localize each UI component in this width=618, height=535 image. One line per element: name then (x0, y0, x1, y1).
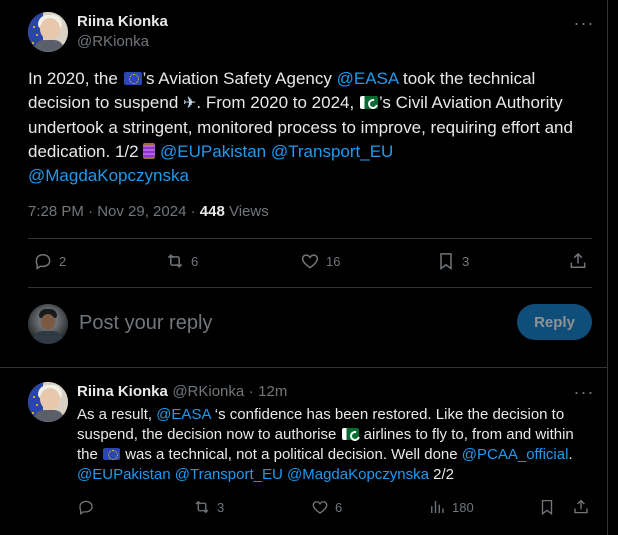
author-name[interactable]: Riina Kionka (77, 13, 168, 31)
tweet-text: In 2020, the ’s Aviation Safety Agency @… (28, 69, 573, 185)
reply-icon (79, 500, 93, 516)
divider (28, 287, 592, 288)
reply-time[interactable]: 12m (258, 383, 287, 400)
bookmark-action[interactable]: 3 (436, 251, 469, 271)
reply-icon (35, 253, 51, 270)
reply-tweet-text: As a result, @EASA ‘s confidence has bee… (77, 406, 574, 483)
mention-easa[interactable]: @EASA (156, 406, 210, 423)
share-action[interactable] (572, 498, 590, 516)
author-avatar[interactable] (28, 12, 68, 52)
share-icon (574, 499, 588, 514)
mention-eupakistan[interactable]: @EUPakistan (160, 142, 266, 161)
pakistan-flag-icon (341, 428, 359, 440)
reply-header: Riina Kionka @RKionka · 12m (77, 383, 287, 401)
reply-action[interactable]: 2 (33, 251, 66, 271)
share-icon (570, 252, 586, 268)
airplane-icon: ✈ (183, 95, 197, 112)
reply-author-name[interactable]: Riina Kionka (77, 383, 168, 400)
bookmark-icon (440, 253, 452, 270)
pakistan-flag-icon (359, 96, 378, 109)
reply-tweet[interactable]: Riina Kionka @RKionka · 12m ··· As a res… (0, 368, 607, 535)
repost-action[interactable]: 3 (193, 498, 224, 516)
repost-icon (167, 254, 183, 268)
timestamp[interactable]: 7:28 PM · Nov 29, 2024 · (28, 203, 200, 220)
mention-eupakistan[interactable]: @EUPakistan (77, 466, 171, 483)
author-handle[interactable]: @RKionka (77, 33, 149, 50)
analytics-icon (431, 501, 444, 513)
mention-pcaa-official[interactable]: @PCAA_official (462, 446, 569, 463)
author-handle-wrap: @RKionka (77, 33, 149, 51)
separator-dot: · (248, 383, 254, 400)
heart-icon (312, 501, 328, 514)
mention-magdakopczynska[interactable]: @MagdaKopczynska (28, 166, 189, 185)
like-action[interactable]: 6 (311, 498, 342, 516)
reply-input[interactable]: Post your reply (79, 312, 212, 335)
more-options-icon[interactable]: ··· (574, 382, 594, 402)
tweet-meta: 7:28 PM · Nov 29, 2024 · 448 Views (28, 203, 269, 220)
eu-flag-icon (123, 72, 142, 85)
thread-spool-icon (143, 143, 156, 159)
share-action[interactable] (568, 251, 588, 271)
reply-author-avatar[interactable] (28, 382, 68, 422)
bookmark-icon (541, 499, 553, 516)
repost-action[interactable]: 6 (165, 251, 198, 271)
like-action[interactable]: 16 (300, 251, 340, 271)
bookmark-action[interactable] (538, 498, 556, 516)
more-options-icon[interactable]: ··· (574, 13, 594, 33)
mention-magdakopczynska[interactable]: @MagdaKopczynska (287, 466, 429, 483)
divider (28, 238, 592, 239)
views-action[interactable]: 180 (428, 498, 474, 516)
reply-composer: Post your reply Reply (0, 290, 607, 367)
reply-button[interactable]: Reply (517, 304, 592, 340)
repost-icon (195, 500, 209, 514)
heart-icon (301, 254, 319, 269)
mention-transport-eu[interactable]: @Transport_EU (175, 466, 283, 483)
views-count: 448 (199, 203, 225, 220)
reply-action[interactable] (77, 498, 101, 516)
current-user-avatar[interactable] (28, 304, 68, 344)
eu-flag-icon (103, 448, 121, 460)
mention-easa[interactable]: @EASA (337, 69, 399, 88)
reply-author-handle[interactable]: @RKionka (172, 383, 244, 400)
mention-transport-eu[interactable]: @Transport_EU (271, 142, 393, 161)
